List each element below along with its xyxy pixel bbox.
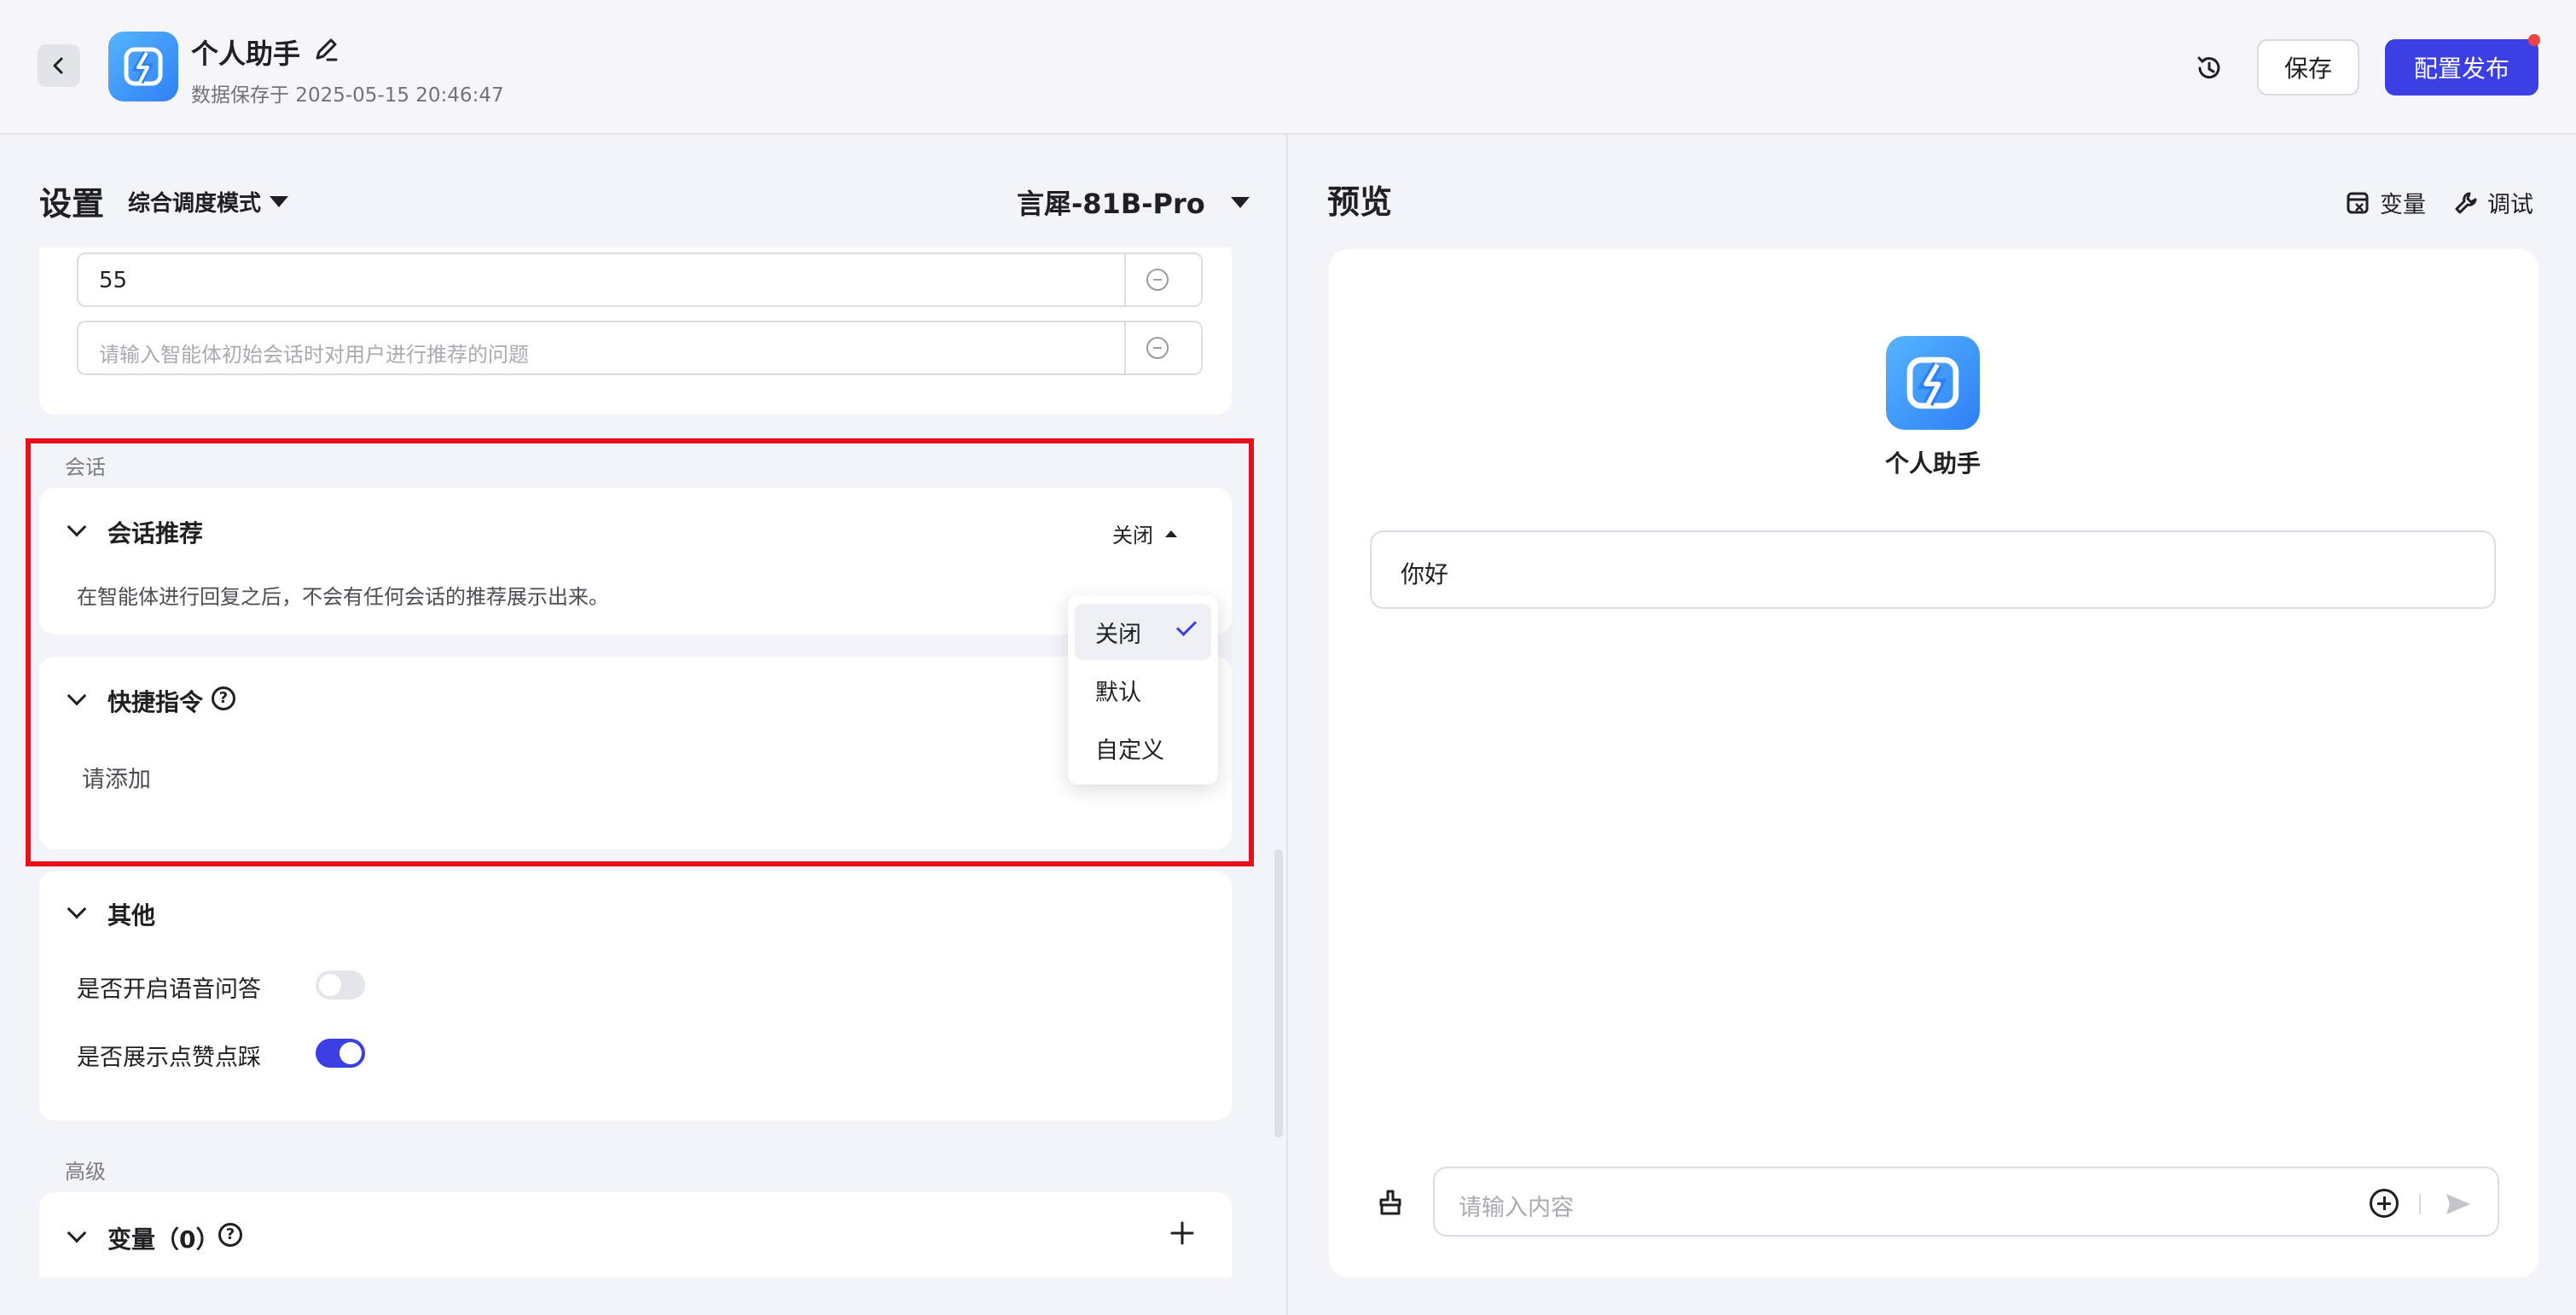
settings-scrollbar[interactable]	[1274, 849, 1283, 1138]
variables-button-label: 变量	[2380, 192, 2426, 218]
send-icon[interactable]	[2443, 1189, 2474, 1219]
link-logo-icon	[124, 47, 163, 86]
like-setting-label: 是否展示点赞点踩	[77, 1045, 261, 1071]
recommend-dropdown-menu: 关闭 默认 自定义	[1068, 595, 1218, 785]
notification-dot	[2528, 34, 2540, 46]
dropdown-option-custom[interactable]: 自定义	[1075, 720, 1211, 776]
publish-button[interactable]: 配置发布	[2385, 39, 2538, 96]
mode-select-label: 综合调度模式	[128, 191, 262, 217]
history-icon[interactable]	[2194, 53, 2225, 84]
app-name: 个人助手	[191, 38, 301, 70]
question-row[interactable]: 请输入智能体初始会话时对用户进行推荐的问题	[77, 321, 1203, 375]
greeting-message: 你好	[1370, 530, 2496, 609]
chat-input-placeholder: 请输入内容	[1459, 1195, 1574, 1221]
bot-name: 个人助手	[1884, 449, 1981, 478]
dropdown-option-label: 默认	[1095, 679, 1141, 706]
preview-title: 预览	[1327, 183, 1393, 221]
like-toggle[interactable]	[316, 1039, 365, 1068]
dropdown-option-default[interactable]: 默认	[1075, 662, 1211, 718]
dropdown-option-label: 关闭	[1095, 621, 1141, 648]
edit-icon[interactable]	[310, 34, 341, 65]
save-button[interactable]: 保存	[2257, 39, 2359, 96]
add-attachment-icon[interactable]	[2370, 1189, 2399, 1218]
greeting-text: 你好	[1401, 560, 1449, 588]
advanced-section-label: 高级	[65, 1160, 106, 1184]
caret-down-icon	[1230, 196, 1250, 208]
divider	[2419, 1194, 2421, 1214]
model-select[interactable]: 言犀-81B-Pro	[1017, 182, 1250, 222]
add-variable-icon[interactable]	[1170, 1221, 1194, 1245]
variables-title: 变量（0）	[107, 1225, 220, 1254]
divider	[1124, 254, 1126, 305]
top-bar	[0, 0, 2576, 135]
variables-button[interactable]: 变量	[2346, 186, 2426, 219]
save-timestamp: 数据保存于 2025-05-15 20:46:47	[191, 84, 504, 107]
wrench-icon	[2455, 192, 2477, 213]
check-icon	[1175, 615, 1198, 637]
question-input[interactable]: 55	[99, 268, 127, 293]
mode-select[interactable]: 综合调度模式	[128, 186, 289, 217]
remove-circle-icon[interactable]	[1146, 269, 1169, 291]
question-row[interactable]: 55	[77, 252, 1203, 307]
remove-circle-icon[interactable]	[1146, 337, 1169, 359]
help-icon[interactable]: ?	[218, 1223, 242, 1247]
chevron-left-icon	[53, 57, 63, 74]
back-button[interactable]	[38, 44, 80, 87]
voice-setting-label: 是否开启语音问答	[77, 976, 261, 1003]
dropdown-option-label: 自定义	[1095, 737, 1164, 764]
question-input-placeholder[interactable]: 请输入智能体初始会话时对用户进行推荐的问题	[99, 338, 529, 368]
debug-button[interactable]: 调试	[2453, 186, 2533, 219]
voice-toggle[interactable]	[316, 970, 365, 999]
clear-chat-icon[interactable]	[1375, 1187, 1406, 1218]
link-logo-icon	[1906, 356, 1959, 409]
toggle-knob	[319, 974, 341, 996]
panel-divider	[1286, 135, 1288, 1315]
variable-icon	[2347, 192, 2369, 213]
debug-button-label: 调试	[2487, 192, 2533, 218]
other-title: 其他	[107, 901, 156, 930]
toggle-knob	[339, 1042, 362, 1064]
caret-down-icon	[270, 196, 289, 207]
chat-input[interactable]: 请输入内容	[1433, 1167, 2499, 1237]
model-select-label: 言犀-81B-Pro	[1017, 188, 1205, 220]
settings-title: 设置	[39, 185, 105, 223]
bot-avatar	[1886, 336, 1980, 430]
dropdown-option-close[interactable]: 关闭	[1075, 604, 1211, 660]
app-logo	[108, 32, 178, 101]
divider	[1124, 322, 1126, 374]
